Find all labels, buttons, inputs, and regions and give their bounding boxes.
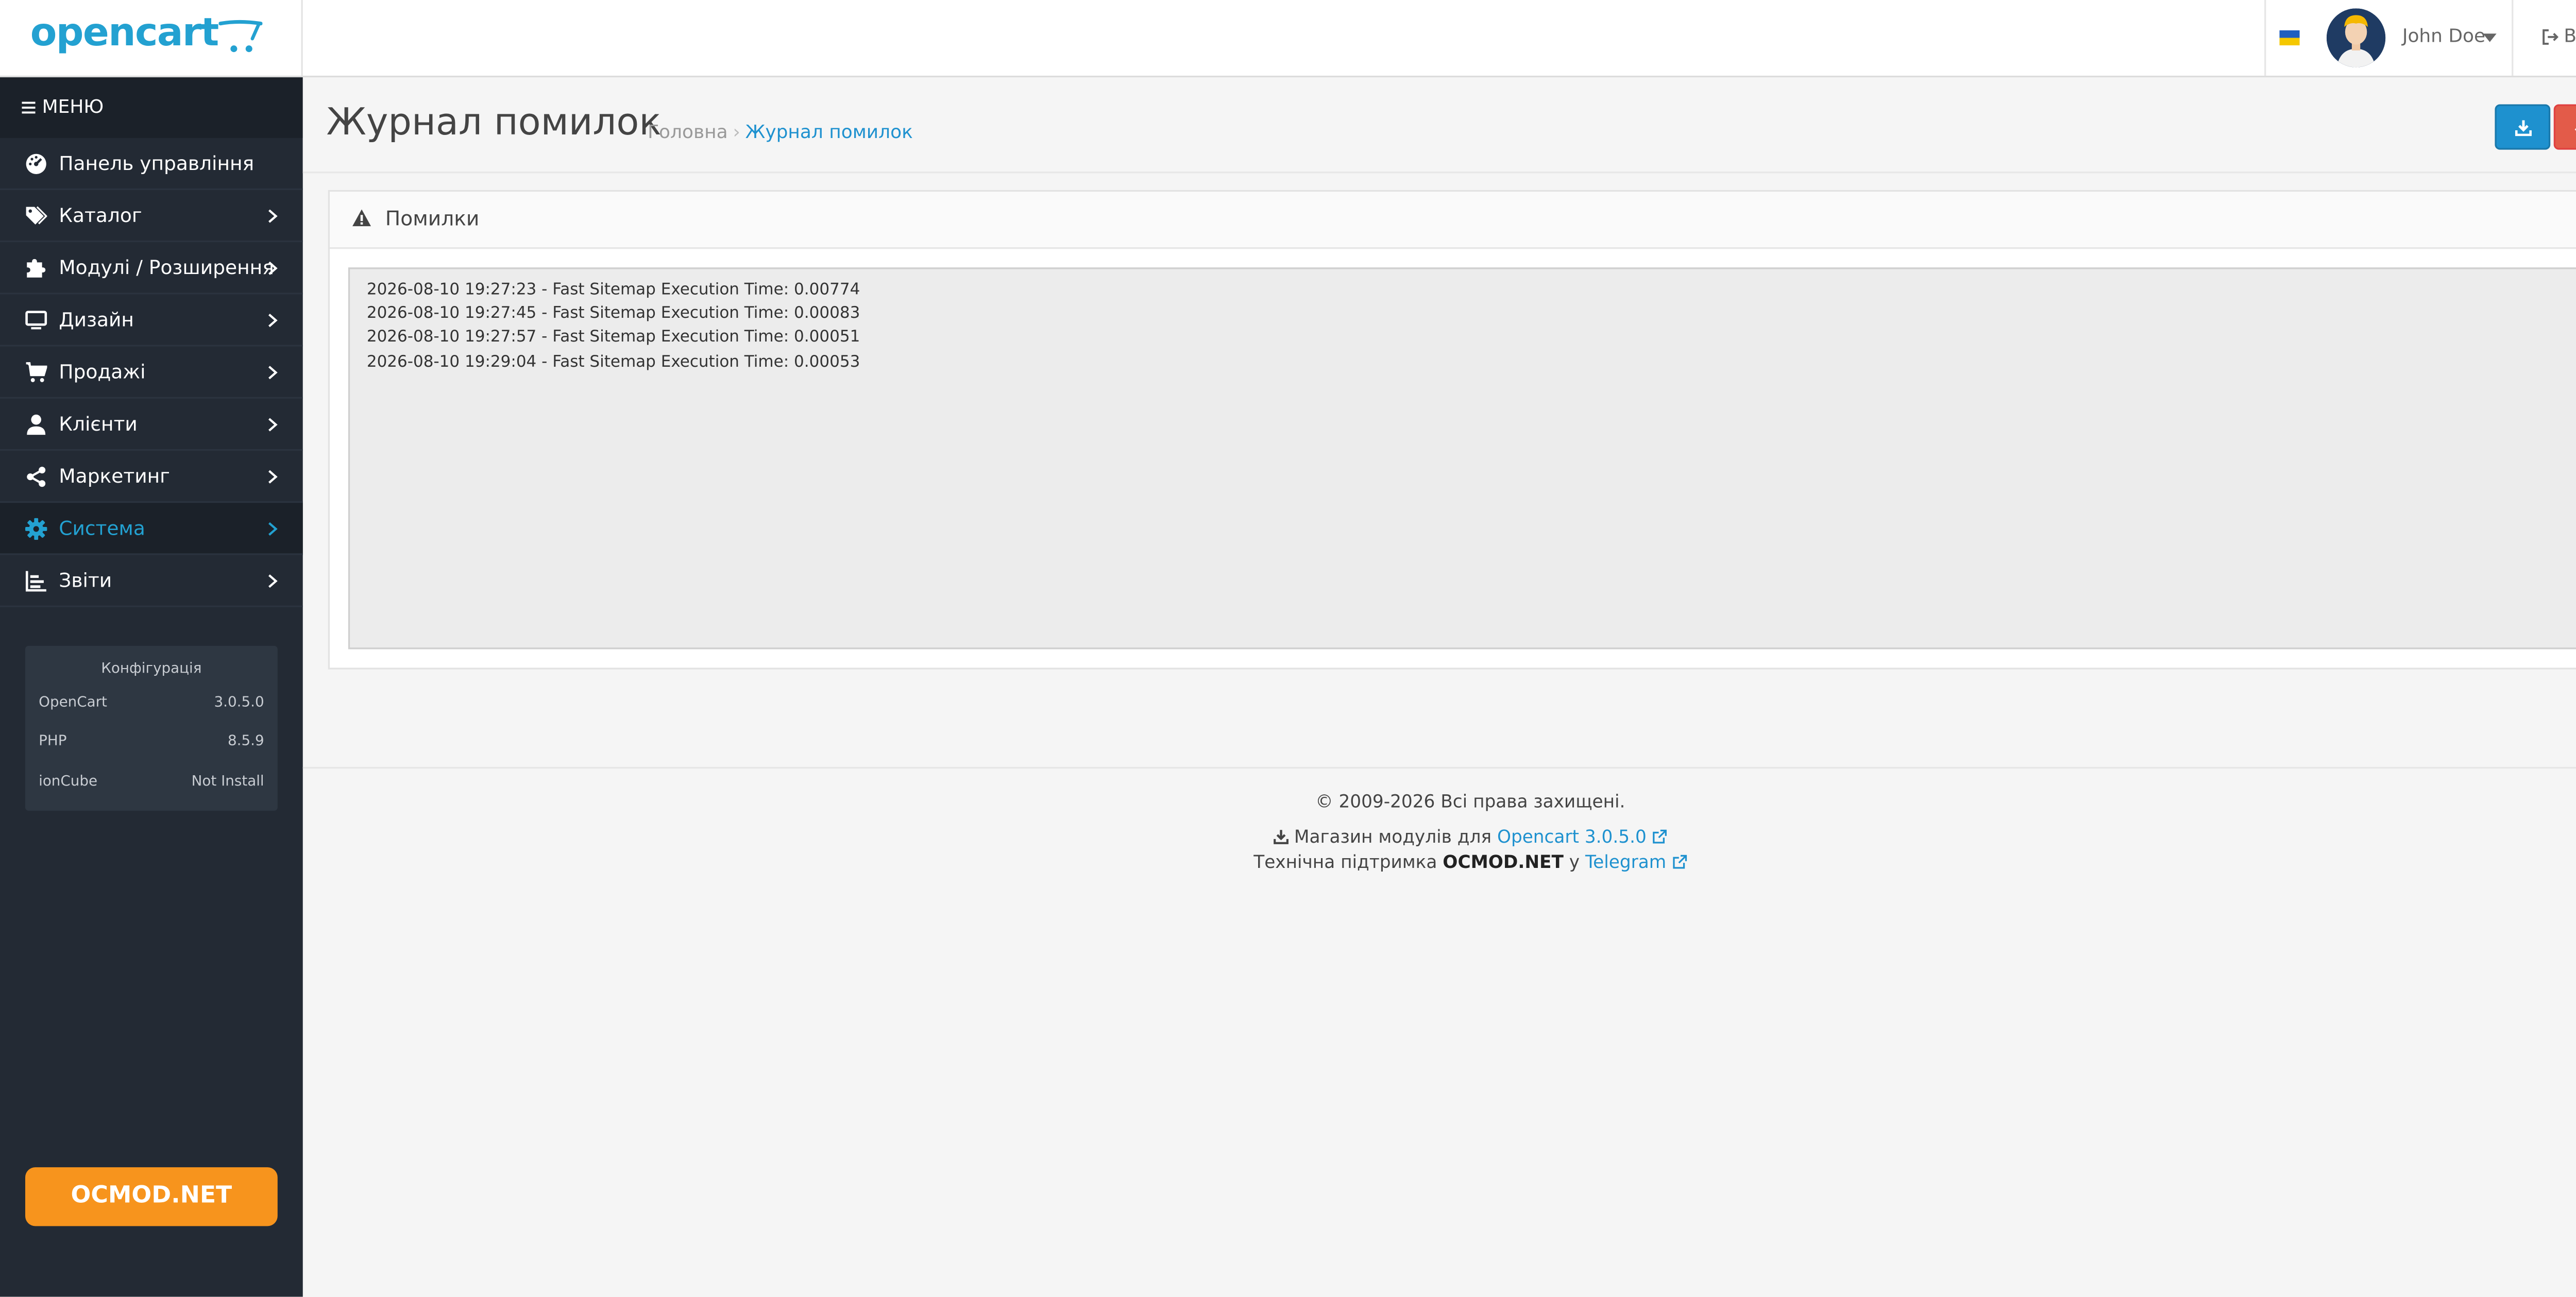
user-name[interactable]: John Doe <box>2402 25 2485 47</box>
config-name: ionCube <box>39 774 98 791</box>
download-icon <box>1273 830 1289 844</box>
chevron-right-icon <box>268 470 278 484</box>
opencart-link[interactable]: Opencart 3.0.5.0 <box>1497 828 1647 848</box>
bars-icon <box>22 101 36 114</box>
support-mid: у <box>1569 851 1580 873</box>
sidebar-item-sales[interactable]: Продажі <box>0 347 303 399</box>
external-link-icon[interactable] <box>1672 854 1687 868</box>
sidebar-item-extensions[interactable]: Модулі / Розширення <box>0 242 303 295</box>
chevron-right-icon <box>268 261 278 275</box>
chevron-right-icon <box>268 574 278 588</box>
config-name: OpenCart <box>39 694 107 712</box>
store-line: Магазин модулів для Opencart 3.0.5.0 <box>303 826 2576 850</box>
log-textarea[interactable]: 2026-08-10 19:27:23 - Fast Sitemap Execu… <box>348 267 2576 650</box>
errors-panel: Помилки 2026-08-10 19:27:23 - Fast Sitem… <box>328 190 2576 670</box>
caret-down-icon[interactable] <box>2483 33 2497 42</box>
chevron-right-icon <box>268 366 278 380</box>
chevron-right-icon <box>268 314 278 328</box>
chevron-right-icon <box>268 418 278 432</box>
cart-logo-icon <box>218 20 263 53</box>
puzzle-icon <box>27 259 46 278</box>
config-value: 8.5.9 <box>227 733 264 750</box>
config-value: 3.0.5.0 <box>214 694 264 712</box>
sign-out-icon <box>2543 29 2559 45</box>
support-brand: OCMOD.NET <box>1443 851 1564 873</box>
menu-toggle[interactable]: МЕНЮ <box>0 77 303 138</box>
breadcrumb-home[interactable]: Головна <box>648 121 728 143</box>
log-line: 2026-08-10 19:27:57 - Fast Sitemap Execu… <box>366 329 860 347</box>
external-link-icon[interactable] <box>1652 829 1667 844</box>
sidebar-item-label: Дизайн <box>59 308 134 332</box>
language-switcher[interactable] <box>2264 0 2313 76</box>
eraser-icon <box>2574 128 2576 131</box>
breadcrumb: Головна › Журнал помилок <box>648 121 913 143</box>
copyright: © 2009-2026 Всі права захищені. <box>1315 792 1625 813</box>
header-divider <box>2512 0 2514 76</box>
warning-icon <box>352 209 371 227</box>
log-line: 2026-08-10 19:29:04 - Fast Sitemap Execu… <box>366 352 860 371</box>
bar-chart-icon <box>25 571 46 592</box>
top-header: opencart John Doe В <box>0 0 2576 78</box>
footer: © 2009-2026 Всі права захищені. Магазин … <box>303 789 2576 875</box>
dashboard-icon <box>26 153 46 174</box>
gear-icon <box>25 518 47 540</box>
config-title: Конфігурація <box>101 661 202 678</box>
sidebar: МЕНЮ Панель управління Каталог Модулі / … <box>0 77 303 1297</box>
config-box: Конфігурація OpenCart 3.0.5.0 PHP 8.5.9 … <box>25 645 278 811</box>
sidebar-item-system[interactable]: Система <box>0 503 303 555</box>
sidebar-item-label: Панель управління <box>59 151 255 175</box>
sidebar-item-marketing[interactable]: Маркетинг <box>0 451 303 503</box>
avatar-image <box>2326 8 2386 67</box>
logout-link[interactable]: Вихід <box>2542 25 2576 47</box>
user-icon <box>27 414 46 435</box>
sidebar-item-dashboard[interactable]: Панель управління <box>0 138 303 190</box>
sidebar-item-label: Маркетинг <box>59 464 170 488</box>
footer-divider <box>302 766 2576 769</box>
sidebar-item-label: Клієнти <box>59 412 138 436</box>
log-line: 2026-08-10 19:27:45 - Fast Sitemap Execu… <box>366 304 860 323</box>
share-icon <box>27 467 46 487</box>
avatar[interactable] <box>2326 8 2386 67</box>
telegram-link[interactable]: Telegram <box>1585 852 1666 872</box>
logo-text: opencart <box>30 11 219 56</box>
support-prefix: Технічна підтримка <box>1253 851 1437 873</box>
sidebar-item-label: Звіти <box>59 568 112 592</box>
panel-heading: Помилки <box>329 192 2576 249</box>
config-row: OpenCart 3.0.5.0 <box>39 695 264 712</box>
log-line: 2026-08-10 19:27:23 - Fast Sitemap Execu… <box>366 281 860 300</box>
page-header: Журнал помилок Головна › Журнал помилок <box>302 77 2576 174</box>
download-button[interactable] <box>2495 104 2551 150</box>
support-line: Технічна підтримка OCMOD.NET у Telegram <box>303 850 2576 875</box>
clear-log-button[interactable] <box>2553 104 2576 150</box>
sidebar-item-catalog[interactable]: Каталог <box>0 190 303 243</box>
tags-icon <box>26 206 47 225</box>
sidebar-item-label: Система <box>59 516 145 540</box>
logo[interactable]: opencart <box>0 0 303 76</box>
sidebar-item-label: Продажі <box>59 360 146 384</box>
download-icon <box>2515 120 2532 136</box>
config-value: Not Install <box>191 774 264 791</box>
config-row: PHP 8.5.9 <box>39 733 264 750</box>
breadcrumb-separator-icon: › <box>733 121 740 143</box>
sidebar-item-customers[interactable]: Клієнти <box>0 399 303 451</box>
sidebar-item-label: Модулі / Розширення <box>59 255 274 280</box>
sidebar-item-reports[interactable]: Звіти <box>0 555 303 607</box>
breadcrumb-current[interactable]: Журнал помилок <box>745 121 913 143</box>
ukraine-flag-icon <box>2279 30 2300 46</box>
sidebar-item-design[interactable]: Дизайн <box>0 294 303 347</box>
menu-title: МЕНЮ <box>42 96 104 118</box>
monitor-icon <box>25 311 47 330</box>
store-prefix: Магазин модулів для <box>1294 827 1492 848</box>
cart-icon <box>26 362 47 382</box>
panel-title: Помилки <box>385 207 480 231</box>
config-row: ionCube Not Install <box>39 774 264 791</box>
logout-label: Вихід <box>2564 25 2576 47</box>
config-name: PHP <box>39 733 67 750</box>
ocmod-button[interactable]: OCMOD.NET <box>25 1167 278 1226</box>
chevron-right-icon <box>268 209 278 223</box>
sidebar-item-label: Каталог <box>59 203 142 227</box>
chevron-right-icon <box>268 522 278 536</box>
page-title: Журнал помилок <box>326 103 662 145</box>
